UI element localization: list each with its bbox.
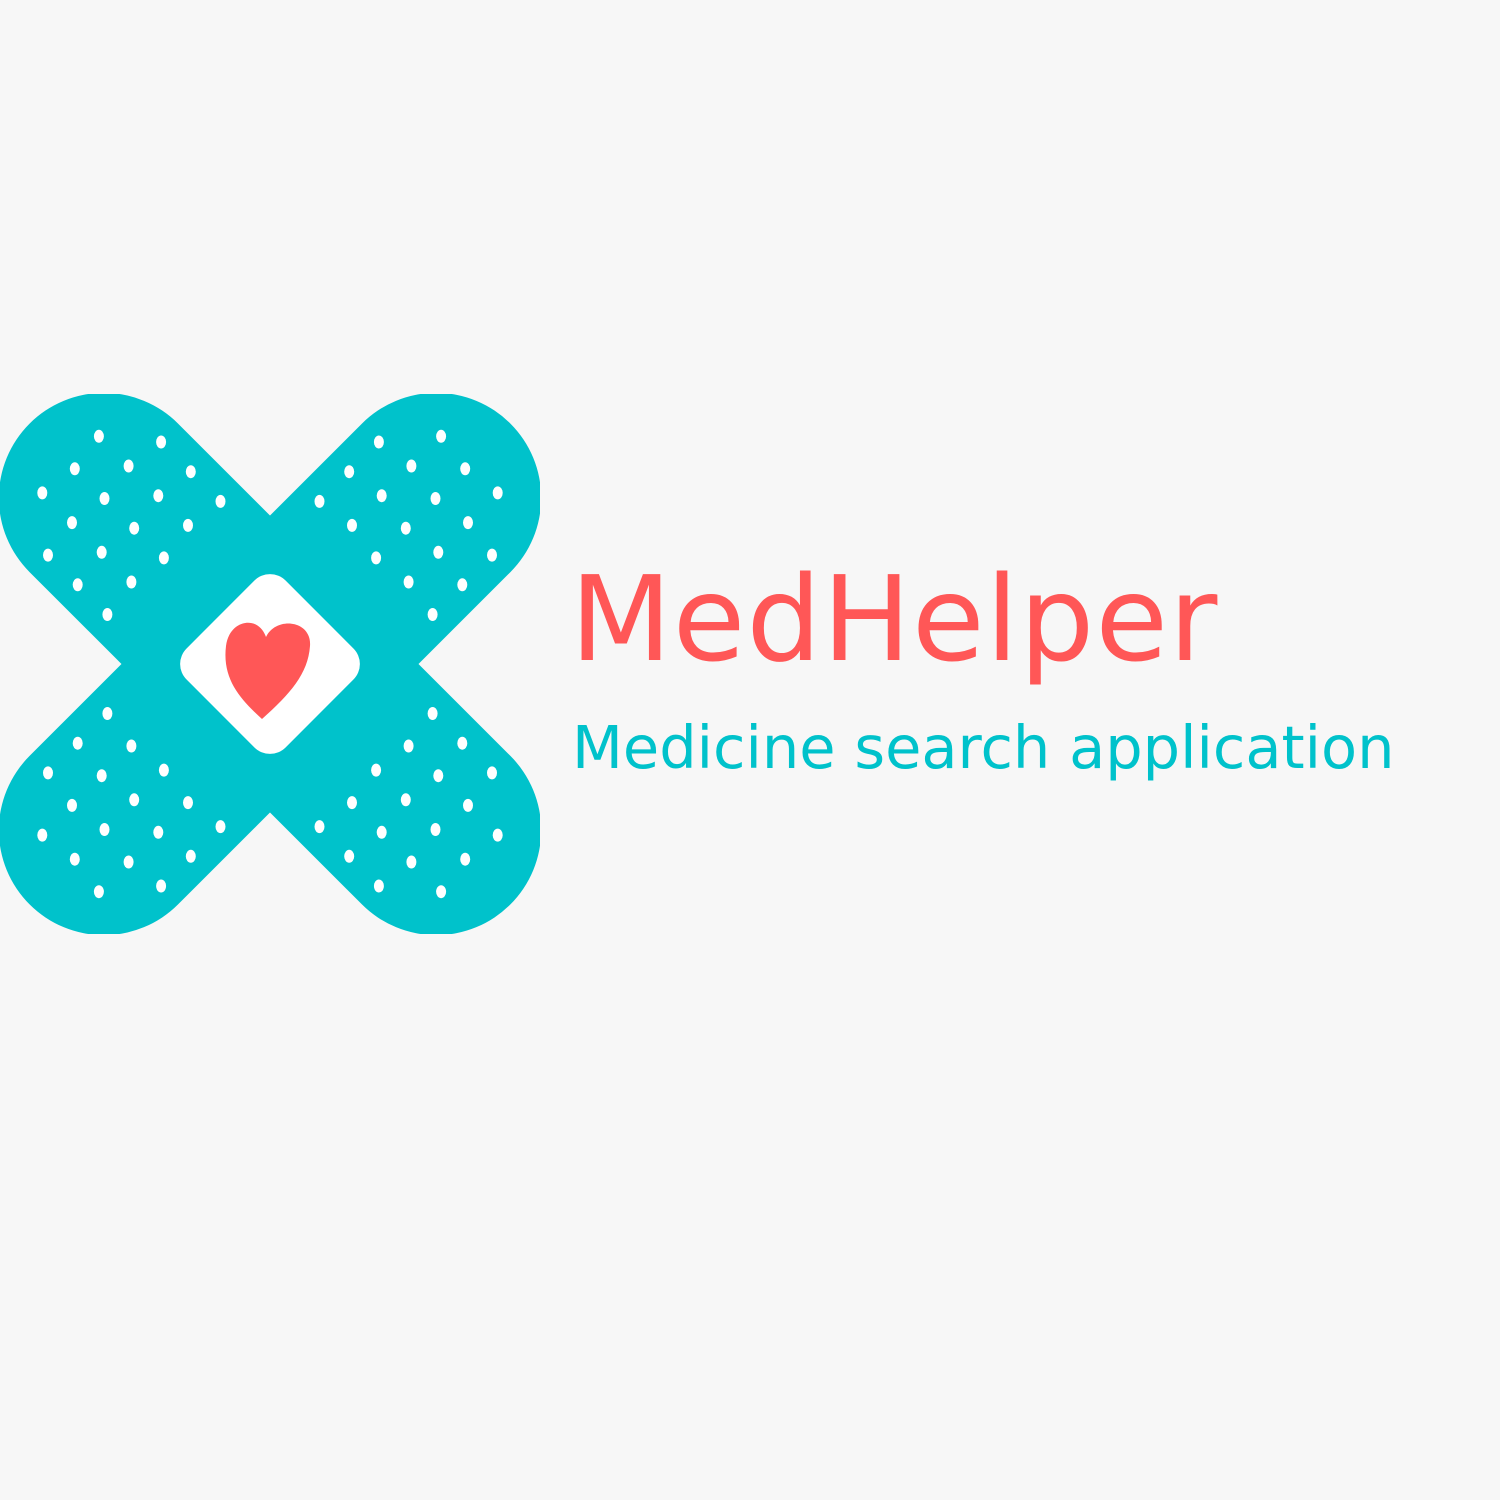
- bandage-dot: [185, 849, 196, 863]
- bandage-dot: [158, 763, 169, 777]
- bandage-dot: [96, 769, 107, 783]
- bandage-dot: [347, 796, 357, 810]
- bandage-dot: [72, 736, 83, 750]
- bandage-dot: [406, 459, 417, 473]
- bandage-dot: [344, 465, 355, 479]
- bandage-dot: [487, 766, 497, 780]
- bandage-dot: [129, 521, 140, 535]
- bandage-dot: [183, 796, 193, 810]
- bandage-dot: [69, 462, 80, 476]
- bandage-dot: [400, 521, 411, 535]
- bandage-dot: [427, 707, 438, 720]
- tagline: Medicine search application: [572, 713, 1395, 782]
- bandage-dot: [314, 820, 325, 834]
- bandage-dot: [492, 828, 503, 842]
- bandage-dot: [37, 828, 48, 842]
- bandage-dot: [344, 849, 355, 863]
- bandage-dot: [156, 879, 167, 893]
- bandage-dot: [487, 548, 497, 562]
- bandage-dot: [460, 462, 471, 476]
- bandage-dot: [102, 707, 113, 720]
- bandage-dot: [430, 492, 441, 505]
- bandage-dot: [96, 545, 107, 559]
- bandage-dot: [433, 769, 444, 783]
- bandage-dot: [126, 739, 137, 753]
- bandage-dot: [436, 429, 447, 443]
- bandage-dot: [463, 516, 473, 530]
- bandage-dot: [102, 608, 113, 621]
- bandage-dot: [430, 823, 441, 836]
- bandage-dot: [93, 429, 104, 443]
- bandage-dot: [99, 492, 110, 505]
- logo-canvas: MedHelper Medicine search application: [0, 0, 1500, 1500]
- crossed-bandages-icon: [0, 394, 540, 934]
- bandage-dot: [373, 879, 384, 893]
- bandage-dot: [347, 518, 357, 532]
- bandage-dot: [67, 798, 77, 812]
- bandage-dot: [99, 823, 110, 836]
- bandage-dot: [403, 575, 414, 589]
- bandage-dot: [457, 578, 468, 592]
- bandage-dot: [406, 855, 417, 869]
- bandage-dot: [427, 608, 438, 621]
- bandage-dot: [463, 798, 473, 812]
- bandage-dot: [126, 575, 137, 589]
- bandage-dot: [43, 548, 53, 562]
- bandage-dot: [69, 852, 80, 866]
- bandage-dot: [183, 518, 193, 532]
- bandage-dot: [373, 435, 384, 449]
- brand-name: MedHelper: [570, 550, 1219, 688]
- bandage-dot: [436, 885, 447, 899]
- bandage-dot: [156, 435, 167, 449]
- bandage-dot: [123, 459, 134, 473]
- bandage-dot: [376, 825, 387, 839]
- bandage-dot: [93, 885, 104, 899]
- bandage-dot: [460, 852, 471, 866]
- bandage-dot: [376, 489, 387, 503]
- bandage-dot: [158, 551, 169, 565]
- bandage-dot: [400, 793, 411, 807]
- bandage-dot: [403, 739, 414, 753]
- bandage-dot: [492, 486, 503, 500]
- bandage-dot: [371, 763, 382, 777]
- bandage-dot: [37, 486, 48, 500]
- bandage-dot: [185, 465, 196, 479]
- bandage-dot: [433, 545, 444, 559]
- bandage-dot: [123, 855, 134, 869]
- bandage-dot: [371, 551, 382, 565]
- bandage-dot: [153, 489, 164, 503]
- bandage-dot: [457, 736, 468, 750]
- bandage-dot: [314, 494, 325, 508]
- bandage-dot: [153, 825, 164, 839]
- bandage-dot: [67, 516, 77, 530]
- bandage-dot: [72, 578, 83, 592]
- bandage-dot: [129, 793, 140, 807]
- bandage-dot: [215, 494, 226, 508]
- bandage-dot: [215, 820, 226, 834]
- bandage-dot: [43, 766, 53, 780]
